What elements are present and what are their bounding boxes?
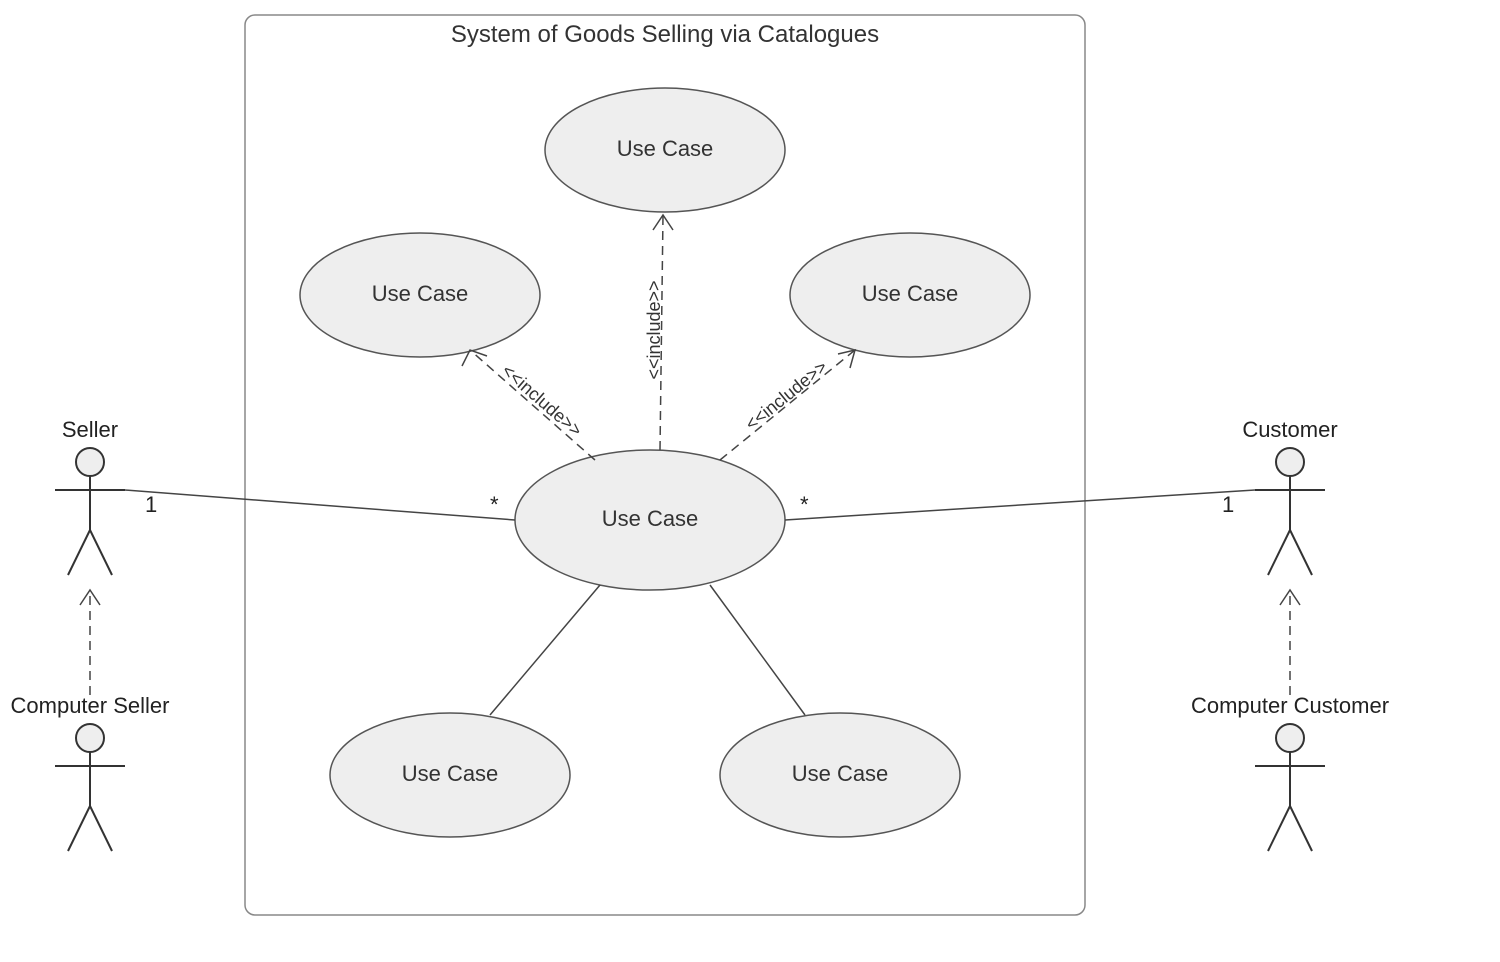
usecase-center-label: Use Case xyxy=(602,506,699,531)
usecase-top-label: Use Case xyxy=(617,136,714,161)
actor-computer-seller-label: Computer Seller xyxy=(11,693,170,718)
assoc-center-bottomright xyxy=(710,585,805,715)
include-label-left: <<include>> xyxy=(498,360,586,440)
actor-computer-seller: Computer Seller xyxy=(11,693,170,851)
include-label-right: <<include>> xyxy=(741,356,831,434)
usecase-top-right-label: Use Case xyxy=(862,281,959,306)
usecase-bottom-right-label: Use Case xyxy=(792,761,889,786)
actor-computer-customer: Computer Customer xyxy=(1191,693,1389,851)
actor-seller-label: Seller xyxy=(62,417,118,442)
actor-customer-label: Customer xyxy=(1242,417,1337,442)
mult-seller-1: 1 xyxy=(145,492,157,517)
assoc-center-bottomleft xyxy=(490,585,600,715)
usecase-bottom-left-label: Use Case xyxy=(402,761,499,786)
mult-seller-star: * xyxy=(490,492,499,517)
actor-customer: Customer xyxy=(1242,417,1337,575)
assoc-seller-center xyxy=(125,490,515,520)
use-case-diagram: System of Goods Selling via Catalogues U… xyxy=(0,0,1500,962)
mult-customer-1: 1 xyxy=(1222,492,1234,517)
system-title: System of Goods Selling via Catalogues xyxy=(451,21,879,48)
actor-seller: Seller xyxy=(55,417,125,575)
include-label-top: <<include>> xyxy=(644,280,664,379)
actor-computer-customer-label: Computer Customer xyxy=(1191,693,1389,718)
assoc-customer-center xyxy=(785,490,1255,520)
usecase-top-left-label: Use Case xyxy=(372,281,469,306)
mult-customer-star: * xyxy=(800,492,809,517)
